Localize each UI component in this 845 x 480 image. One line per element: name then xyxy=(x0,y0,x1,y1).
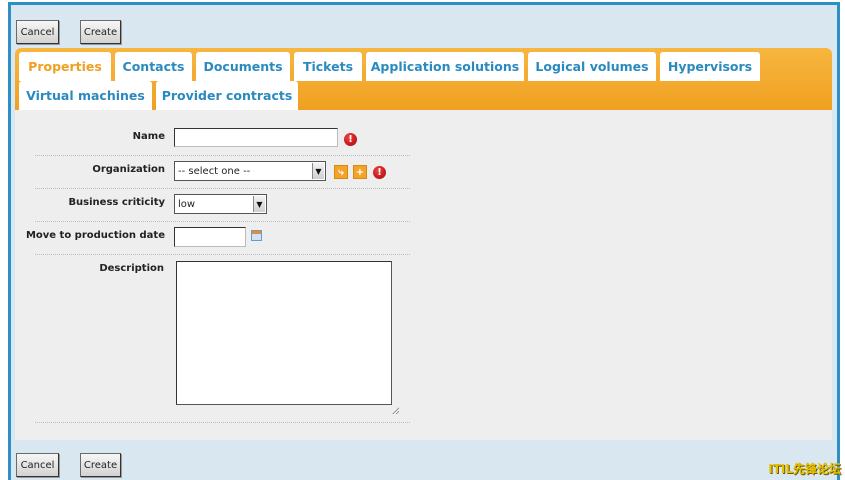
business-criticity-select[interactable]: low ▼ xyxy=(174,194,267,214)
organization-select[interactable]: -- select one -- ▼ xyxy=(174,161,326,181)
tab-contacts[interactable]: Contacts xyxy=(115,52,192,81)
chevron-down-icon[interactable]: ▼ xyxy=(253,196,265,212)
resize-handle-icon[interactable] xyxy=(392,407,399,414)
mandatory-organization-icon: ! xyxy=(373,166,386,179)
chevron-down-icon[interactable]: ▼ xyxy=(312,163,324,179)
move-to-production-date-input[interactable] xyxy=(174,227,246,247)
organization-selected-value: -- select one -- xyxy=(178,165,251,177)
description-textarea[interactable] xyxy=(176,261,392,405)
description-label: Description xyxy=(99,263,164,274)
business-criticity-selected-value: low xyxy=(178,198,196,210)
tab-application-solutions[interactable]: Application solutions xyxy=(366,52,524,81)
cancel-button-bottom[interactable]: Cancel xyxy=(16,453,59,477)
mandatory-name-icon: ! xyxy=(344,133,357,146)
tab-hypervisors[interactable]: Hypervisors xyxy=(660,52,760,81)
business-criticity-label: Business criticity xyxy=(68,197,165,208)
tab-logical-volumes[interactable]: Logical volumes xyxy=(528,52,656,81)
create-button-top[interactable]: Create xyxy=(80,20,121,44)
row-divider xyxy=(35,188,410,189)
row-divider xyxy=(35,254,410,255)
properties-panel xyxy=(15,110,832,440)
tab-tickets[interactable]: Tickets xyxy=(294,52,362,81)
calendar-icon[interactable] xyxy=(251,230,262,241)
add-icon[interactable]: + xyxy=(353,165,367,179)
tab-properties[interactable]: Properties xyxy=(19,52,111,81)
organization-label: Organization xyxy=(92,164,165,175)
create-button-bottom[interactable]: Create xyxy=(80,453,121,477)
row-divider xyxy=(35,221,410,222)
tab-virtual-machines[interactable]: Virtual machines xyxy=(19,81,152,110)
row-divider xyxy=(35,422,410,423)
name-input[interactable] xyxy=(174,128,338,147)
tab-provider-contracts[interactable]: Provider contracts xyxy=(156,81,298,110)
row-divider xyxy=(35,155,410,156)
search-icon[interactable]: ⤷ xyxy=(334,165,348,179)
tab-documents[interactable]: Documents xyxy=(196,52,290,81)
cancel-button-top[interactable]: Cancel xyxy=(16,20,59,44)
name-label: Name xyxy=(132,131,165,142)
watermark-text: ITIL先锋论坛 xyxy=(768,462,841,476)
move-to-production-date-label: Move to production date xyxy=(25,230,165,241)
